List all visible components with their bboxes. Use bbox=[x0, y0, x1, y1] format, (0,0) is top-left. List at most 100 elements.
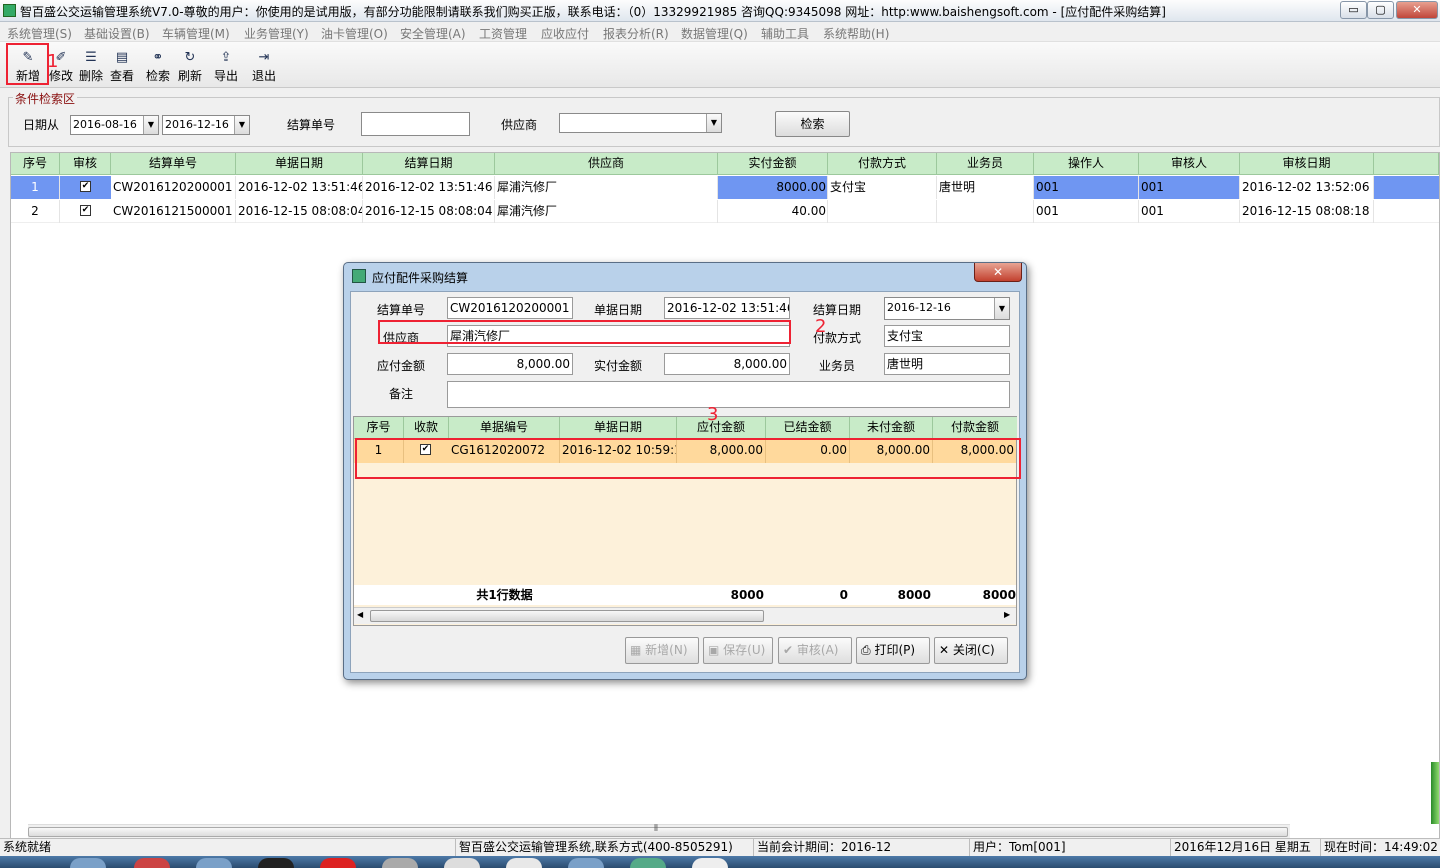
dlg-settle-date-picker[interactable]: 2016-12-16 ▼ bbox=[884, 297, 1010, 320]
scroll-left-icon[interactable]: ◀ bbox=[357, 610, 363, 619]
horizontal-scrollbar[interactable]: ⦀ bbox=[28, 824, 1290, 838]
refresh-button[interactable]: ↻ 刷新 bbox=[175, 48, 205, 86]
dlg-payable-field[interactable]: 8,000.00 bbox=[447, 353, 573, 375]
menu-help[interactable]: 系统帮助(H) bbox=[823, 25, 889, 42]
scrollbar-thumb[interactable] bbox=[28, 827, 1288, 837]
detail-column-header[interactable]: 单据日期 bbox=[560, 417, 677, 439]
dlg-close-button[interactable]: ✕ 关闭(C) bbox=[934, 637, 1008, 664]
dialog-title-bar[interactable]: 应付配件采购结算 ✕ bbox=[344, 263, 1026, 289]
column-header[interactable]: 业务员 bbox=[937, 153, 1034, 175]
date-to-picker[interactable]: 2016-12-16 ▼ bbox=[162, 115, 250, 135]
grip-icon: ⦀ bbox=[654, 824, 658, 834]
taskbar-app-icon[interactable] bbox=[568, 858, 604, 868]
audit-checkbox[interactable]: ✔ bbox=[80, 181, 91, 192]
taskbar-app-icon[interactable] bbox=[320, 858, 356, 868]
detail-column-header[interactable]: 序号 bbox=[354, 417, 404, 439]
column-header[interactable]: 审核人 bbox=[1139, 153, 1240, 175]
detail-column-header[interactable]: 应付金额 bbox=[677, 417, 766, 439]
column-header[interactable]: 审核 bbox=[60, 153, 111, 175]
settle-no-label: 结算单号 bbox=[287, 118, 336, 132]
settle-no-input[interactable] bbox=[361, 112, 470, 136]
dlg-bill-date-field[interactable]: 2016-12-02 13:51:46 bbox=[664, 297, 790, 319]
taskbar-app-icon[interactable] bbox=[70, 858, 106, 868]
maximize-button[interactable]: ▢ bbox=[1367, 1, 1394, 19]
menu-fuel-card[interactable]: 油卡管理(O) bbox=[321, 25, 388, 42]
cell-auditor: 001 bbox=[1139, 200, 1240, 223]
taskbar-app-icon[interactable] bbox=[444, 858, 480, 868]
menu-receivable-payable[interactable]: 应收应付 bbox=[541, 25, 589, 42]
taskbar-app-icon[interactable] bbox=[134, 858, 170, 868]
supplier-select[interactable]: ▼ bbox=[559, 113, 722, 133]
column-header[interactable]: 付款方式 bbox=[828, 153, 937, 175]
footer-payable: 8000 bbox=[730, 588, 764, 602]
cell-operator: 001 bbox=[1034, 200, 1139, 223]
menu-vehicle[interactable]: 车辆管理(M) bbox=[162, 25, 230, 42]
dlg-remark-label: 备注 bbox=[389, 387, 414, 401]
menu-system[interactable]: 系统管理(S) bbox=[7, 25, 72, 42]
delete-icon: ☰ bbox=[85, 50, 97, 65]
detail-footer: 共1行数据 8000 0 8000 8000 bbox=[354, 585, 1016, 605]
menu-salary[interactable]: 工资管理 bbox=[479, 25, 527, 42]
detail-column-header[interactable]: 单据编号 bbox=[449, 417, 560, 439]
taskbar-app-icon[interactable] bbox=[692, 858, 728, 868]
cell-settle-no: CW2016120200001 bbox=[111, 176, 236, 199]
column-header[interactable]: 结算日期 bbox=[363, 153, 495, 175]
view-button[interactable]: ▤ 查看 bbox=[107, 48, 137, 86]
dlg-add-button[interactable]: ▦ 新增(N) bbox=[625, 637, 699, 664]
detail-column-header[interactable]: 未付金额 bbox=[850, 417, 933, 439]
detail-hscrollbar[interactable]: ◀ ▶ bbox=[354, 607, 1016, 624]
taskbar-app-icon[interactable] bbox=[630, 858, 666, 868]
column-header[interactable]: 审核日期 bbox=[1240, 153, 1374, 175]
detail-column-header[interactable]: 已结金额 bbox=[766, 417, 850, 439]
taskbar-app-icon[interactable] bbox=[382, 858, 418, 868]
dlg-staff-field[interactable]: 唐世明 bbox=[884, 353, 1010, 375]
scroll-right-icon[interactable]: ▶ bbox=[1004, 610, 1010, 619]
menu-reports[interactable]: 报表分析(R) bbox=[603, 25, 669, 42]
audit-checkbox[interactable]: ✔ bbox=[80, 205, 91, 216]
menu-business[interactable]: 业务管理(Y) bbox=[244, 25, 309, 42]
dlg-print-button[interactable]: ⎙ 打印(P) bbox=[856, 637, 930, 664]
export-button[interactable]: ⇪ 导出 bbox=[211, 48, 241, 86]
column-header[interactable]: 实付金额 bbox=[718, 153, 828, 175]
dlg-settle-no-label: 结算单号 bbox=[377, 303, 426, 317]
cell-auditor: 001 bbox=[1139, 176, 1240, 199]
cell-staff: 唐世明 bbox=[937, 176, 1034, 199]
column-header-filler bbox=[1374, 153, 1439, 175]
status-bar: 系统就绪 智百盛公交运输管理系统,联系方式(400-8505291) 当前会计期… bbox=[0, 838, 1440, 857]
column-header[interactable]: 结算单号 bbox=[111, 153, 236, 175]
detail-column-header[interactable]: 收款 bbox=[404, 417, 449, 439]
footer-settled: 0 bbox=[839, 588, 848, 602]
column-header[interactable]: 供应商 bbox=[495, 153, 718, 175]
exit-button[interactable]: ⇥ 退出 bbox=[249, 48, 279, 86]
taskbar-app-icon[interactable] bbox=[506, 858, 542, 868]
dlg-audit-button[interactable]: ✔ 审核(A) bbox=[778, 637, 852, 664]
dialog-app-icon bbox=[352, 269, 366, 283]
close-window-button[interactable]: ✕ bbox=[1396, 1, 1438, 19]
dialog-close-button[interactable]: ✕ bbox=[974, 263, 1022, 282]
search-submit-button[interactable]: 检索 bbox=[775, 111, 850, 137]
menu-data[interactable]: 数据管理(Q) bbox=[681, 25, 748, 42]
taskbar-app-icon[interactable] bbox=[196, 858, 232, 868]
column-header[interactable]: 单据日期 bbox=[236, 153, 363, 175]
dlg-settle-no-field[interactable]: CW2016120200001 bbox=[447, 297, 573, 319]
date-from-picker[interactable]: 2016-08-16 ▼ bbox=[70, 115, 159, 135]
detail-column-header[interactable]: 付款金额 bbox=[933, 417, 1017, 439]
cell-operator: 001 bbox=[1034, 176, 1139, 199]
menu-safety[interactable]: 安全管理(A) bbox=[400, 25, 466, 42]
menu-tools[interactable]: 辅助工具 bbox=[761, 25, 809, 42]
column-header[interactable]: 序号 bbox=[11, 153, 60, 175]
minimize-button[interactable]: ▭ bbox=[1340, 1, 1367, 19]
dlg-remark-field[interactable] bbox=[447, 381, 1010, 408]
menu-basic-settings[interactable]: 基础设置(B) bbox=[84, 25, 150, 42]
column-header[interactable]: 操作人 bbox=[1034, 153, 1139, 175]
delete-button[interactable]: ☰ 删除 bbox=[76, 48, 106, 86]
dlg-pay-method-field[interactable]: 支付宝 bbox=[884, 325, 1010, 347]
dlg-paid-field[interactable]: 8,000.00 bbox=[664, 353, 790, 375]
taskbar-app-icon[interactable] bbox=[258, 858, 294, 868]
title-bar: 智百盛公交运输管理系统V7.0-尊敬的用户：你使用的是试用版，有部分功能限制请联… bbox=[0, 0, 1440, 22]
dlg-save-button[interactable]: ▣ 保存(U) bbox=[703, 637, 773, 664]
scrollbar-thumb[interactable] bbox=[370, 610, 764, 622]
cell-settle-no: CW2016121500001 bbox=[111, 200, 236, 223]
annotation-number-1: 1 bbox=[47, 51, 59, 72]
search-button[interactable]: ⚭ 检索 bbox=[143, 48, 173, 86]
